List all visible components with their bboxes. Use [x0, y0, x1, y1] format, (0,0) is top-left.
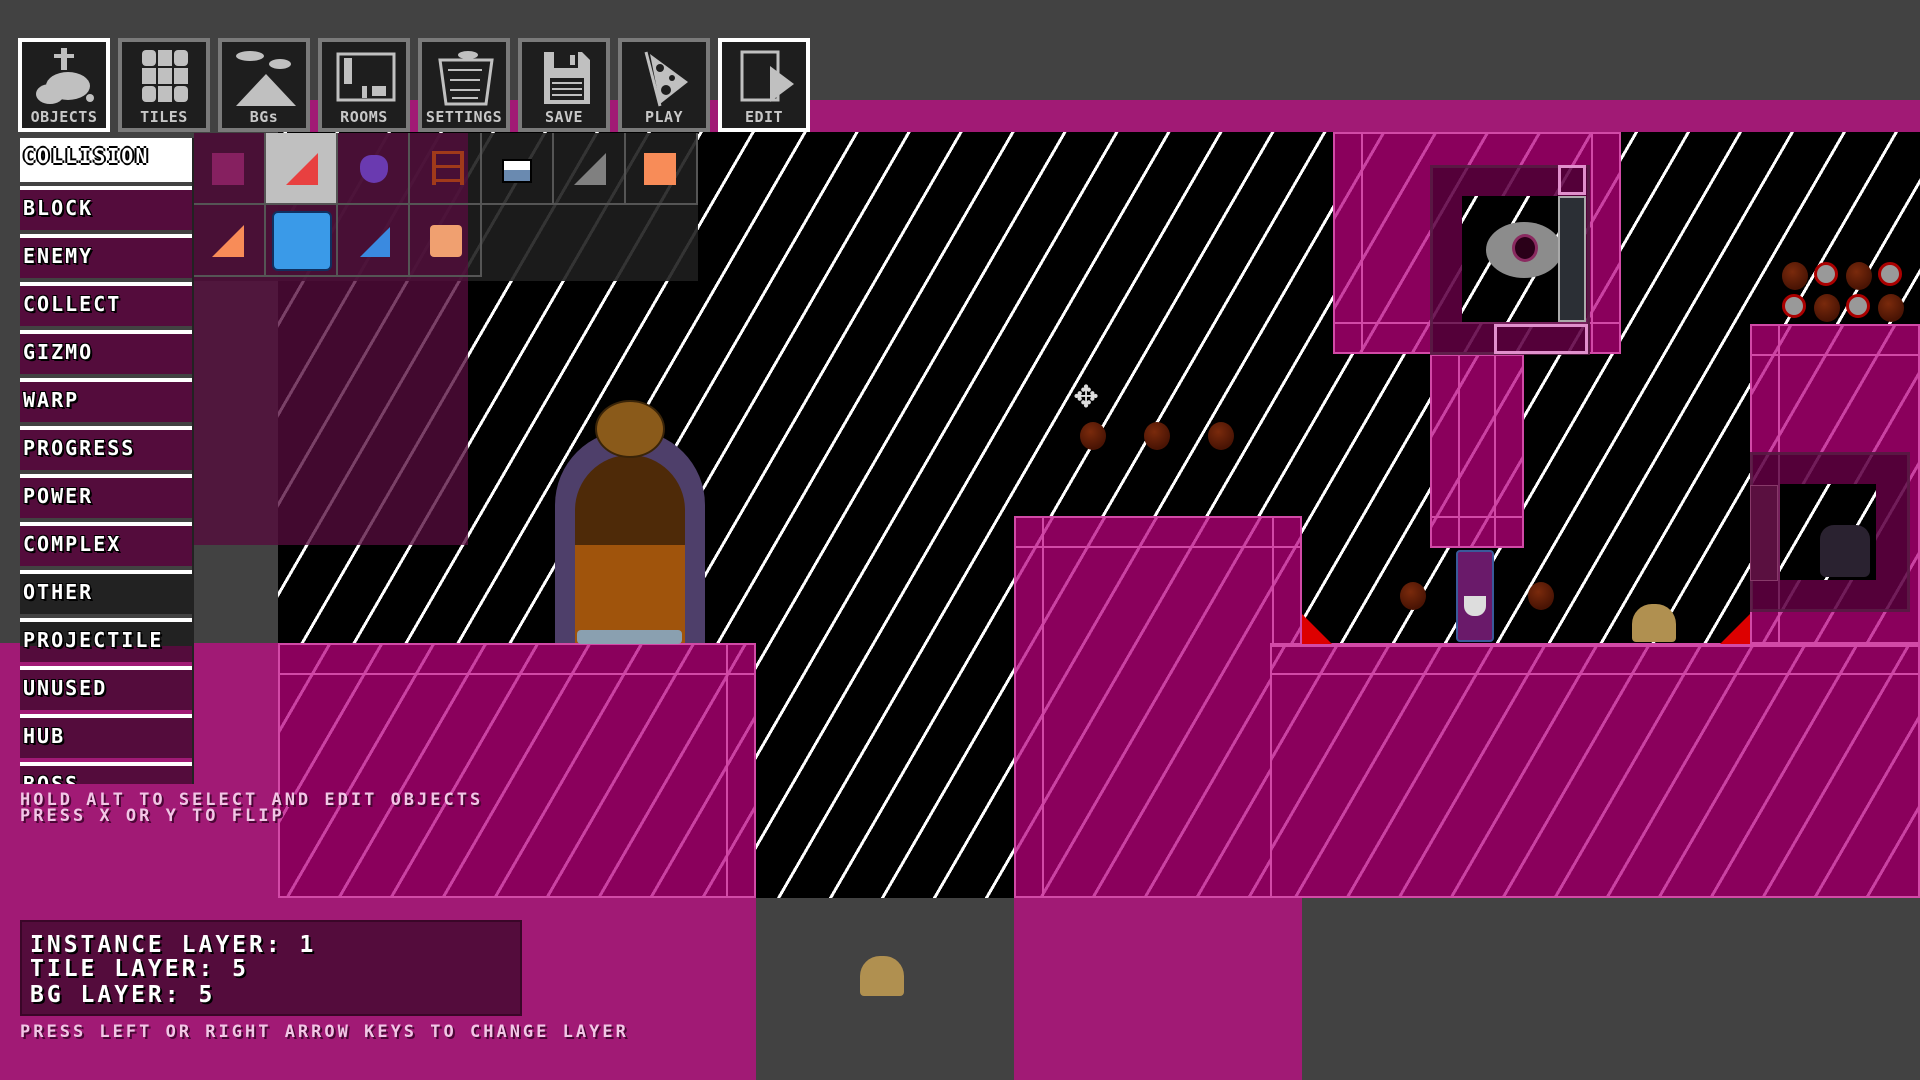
category-boss[interactable]: BOSS: [20, 762, 192, 784]
collision-block-middle[interactable]: [1014, 516, 1302, 898]
toolbar-objects-button[interactable]: OBJECTS: [18, 38, 110, 132]
toolbar-play-button[interactable]: PLAY: [618, 38, 710, 132]
help-text-flip: PRESS X OR Y TO FLIP: [20, 806, 285, 826]
door-face-icon: [595, 400, 665, 458]
metal-door-frame: [1558, 165, 1586, 195]
slope-red-right[interactable]: [1720, 614, 1750, 644]
collectible-topping[interactable]: [1208, 422, 1234, 450]
grinning-enemy[interactable]: [1820, 525, 1870, 577]
category-collect[interactable]: COLLECT: [20, 282, 192, 326]
category-hub[interactable]: HUB: [20, 714, 192, 758]
palette-item-ladder[interactable]: [410, 133, 482, 205]
pizza-play-icon: [644, 51, 688, 107]
category-complex[interactable]: COMPLEX: [20, 522, 192, 566]
palette-item-solid-block[interactable]: [194, 133, 266, 205]
save-floppy-icon: [544, 52, 590, 104]
rooms-icon: [336, 52, 396, 102]
edit-icon: [740, 50, 794, 102]
eye-enemy[interactable]: [1486, 222, 1562, 278]
toolbar-rooms-button[interactable]: ROOMS: [318, 38, 410, 132]
move-cursor-icon: ✥: [1073, 371, 1099, 417]
category-other[interactable]: OTHER: [20, 570, 192, 614]
collectible-topping[interactable]: [1528, 582, 1554, 610]
room-border-bottom-mid: [1014, 898, 1302, 1080]
toolbar-edit-button[interactable]: EDIT: [718, 38, 810, 132]
instance-layer-value: INSTANCE LAYER: 1: [30, 932, 317, 958]
collision-floor-right[interactable]: [1270, 643, 1920, 898]
clock-collectibles[interactable]: [1782, 262, 1920, 322]
palette-item-slope-blue[interactable]: [338, 205, 410, 277]
metal-door[interactable]: [1558, 196, 1586, 322]
category-enemy[interactable]: ENEMY: [20, 234, 192, 278]
backgrounds-icon: [236, 51, 296, 106]
toolbar-save-label: SAVE: [544, 108, 584, 126]
collectible-topping[interactable]: [1400, 582, 1426, 610]
category-projectile[interactable]: PROJECTILE: [20, 618, 192, 662]
alarm-clock-icon: [1782, 294, 1806, 318]
block-frame-row: [1494, 324, 1588, 354]
palette-item-orange-block[interactable]: [626, 133, 698, 205]
toolbar-bgs-label: BGs: [249, 108, 279, 126]
settings-icon: [438, 51, 494, 106]
palette-item-face-block[interactable]: [410, 205, 482, 277]
category-unused[interactable]: UNUSED: [20, 666, 192, 710]
collectible-topping[interactable]: [1144, 422, 1170, 450]
palette-item-purple-enemy[interactable]: [338, 133, 410, 205]
tiles-icon: [142, 50, 188, 102]
category-collision[interactable]: COLLISION: [20, 138, 192, 182]
toolbar-bgs-button[interactable]: BGs: [218, 38, 310, 132]
collision-floor-left[interactable]: [278, 643, 756, 898]
toolbar-tiles-button[interactable]: TILES: [118, 38, 210, 132]
toolbar-settings-label: SETTINGS: [425, 108, 503, 126]
collision-pillar[interactable]: [1430, 354, 1524, 548]
category-progress[interactable]: PROGRESS: [20, 426, 192, 470]
toolbar: OBJECTS TILES BGs ROOMS SETTINGS SAVE PL…: [18, 18, 818, 132]
alarm-clock-icon: [1846, 294, 1870, 318]
cheeseslime-enemy-outside[interactable]: [860, 956, 904, 996]
collectible-topping[interactable]: [1080, 422, 1106, 450]
toolbar-save-button[interactable]: SAVE: [518, 38, 610, 132]
palette-item-slope-orange[interactable]: [194, 205, 266, 277]
alarm-clock-icon: [1878, 262, 1902, 286]
toolbar-edit-label: EDIT: [744, 108, 784, 126]
palette-item-ice-block[interactable]: [266, 205, 338, 277]
layer-change-hint: PRESS LEFT OR RIGHT ARROW KEYS TO CHANGE…: [20, 1022, 629, 1042]
pillar-john-enemy[interactable]: [1456, 550, 1494, 642]
palette-item-slope-red[interactable]: [266, 133, 338, 205]
category-gizmo[interactable]: GIZMO: [20, 330, 192, 374]
toolbar-settings-button[interactable]: SETTINGS: [418, 38, 510, 132]
face-block-column[interactable]: [1750, 485, 1778, 581]
toolbar-play-label: PLAY: [644, 108, 684, 126]
palette-item-platform[interactable]: [482, 133, 554, 205]
category-warp[interactable]: WARP: [20, 378, 192, 422]
cheeseslime-enemy[interactable]: [1632, 604, 1676, 642]
category-power[interactable]: POWER: [20, 474, 192, 518]
palette-item-slope-grey[interactable]: [554, 133, 626, 205]
tile-layer-value: TILE LAYER: 5: [30, 956, 250, 982]
objects-icon: [36, 48, 94, 104]
layer-info-panel: INSTANCE LAYER: 1 TILE LAYER: 5 BG LAYER…: [20, 920, 522, 1016]
slope-red-left[interactable]: [1302, 614, 1332, 644]
toolbar-tiles-label: TILES: [140, 108, 188, 126]
alarm-clock-icon: [1814, 262, 1838, 286]
level-door[interactable]: [555, 400, 705, 644]
toolbar-objects-label: OBJECTS: [30, 108, 98, 126]
category-block[interactable]: BLOCK: [20, 186, 192, 230]
toolbar-rooms-label: ROOMS: [340, 108, 388, 126]
bg-layer-value: BG LAYER: 5: [30, 982, 216, 1008]
